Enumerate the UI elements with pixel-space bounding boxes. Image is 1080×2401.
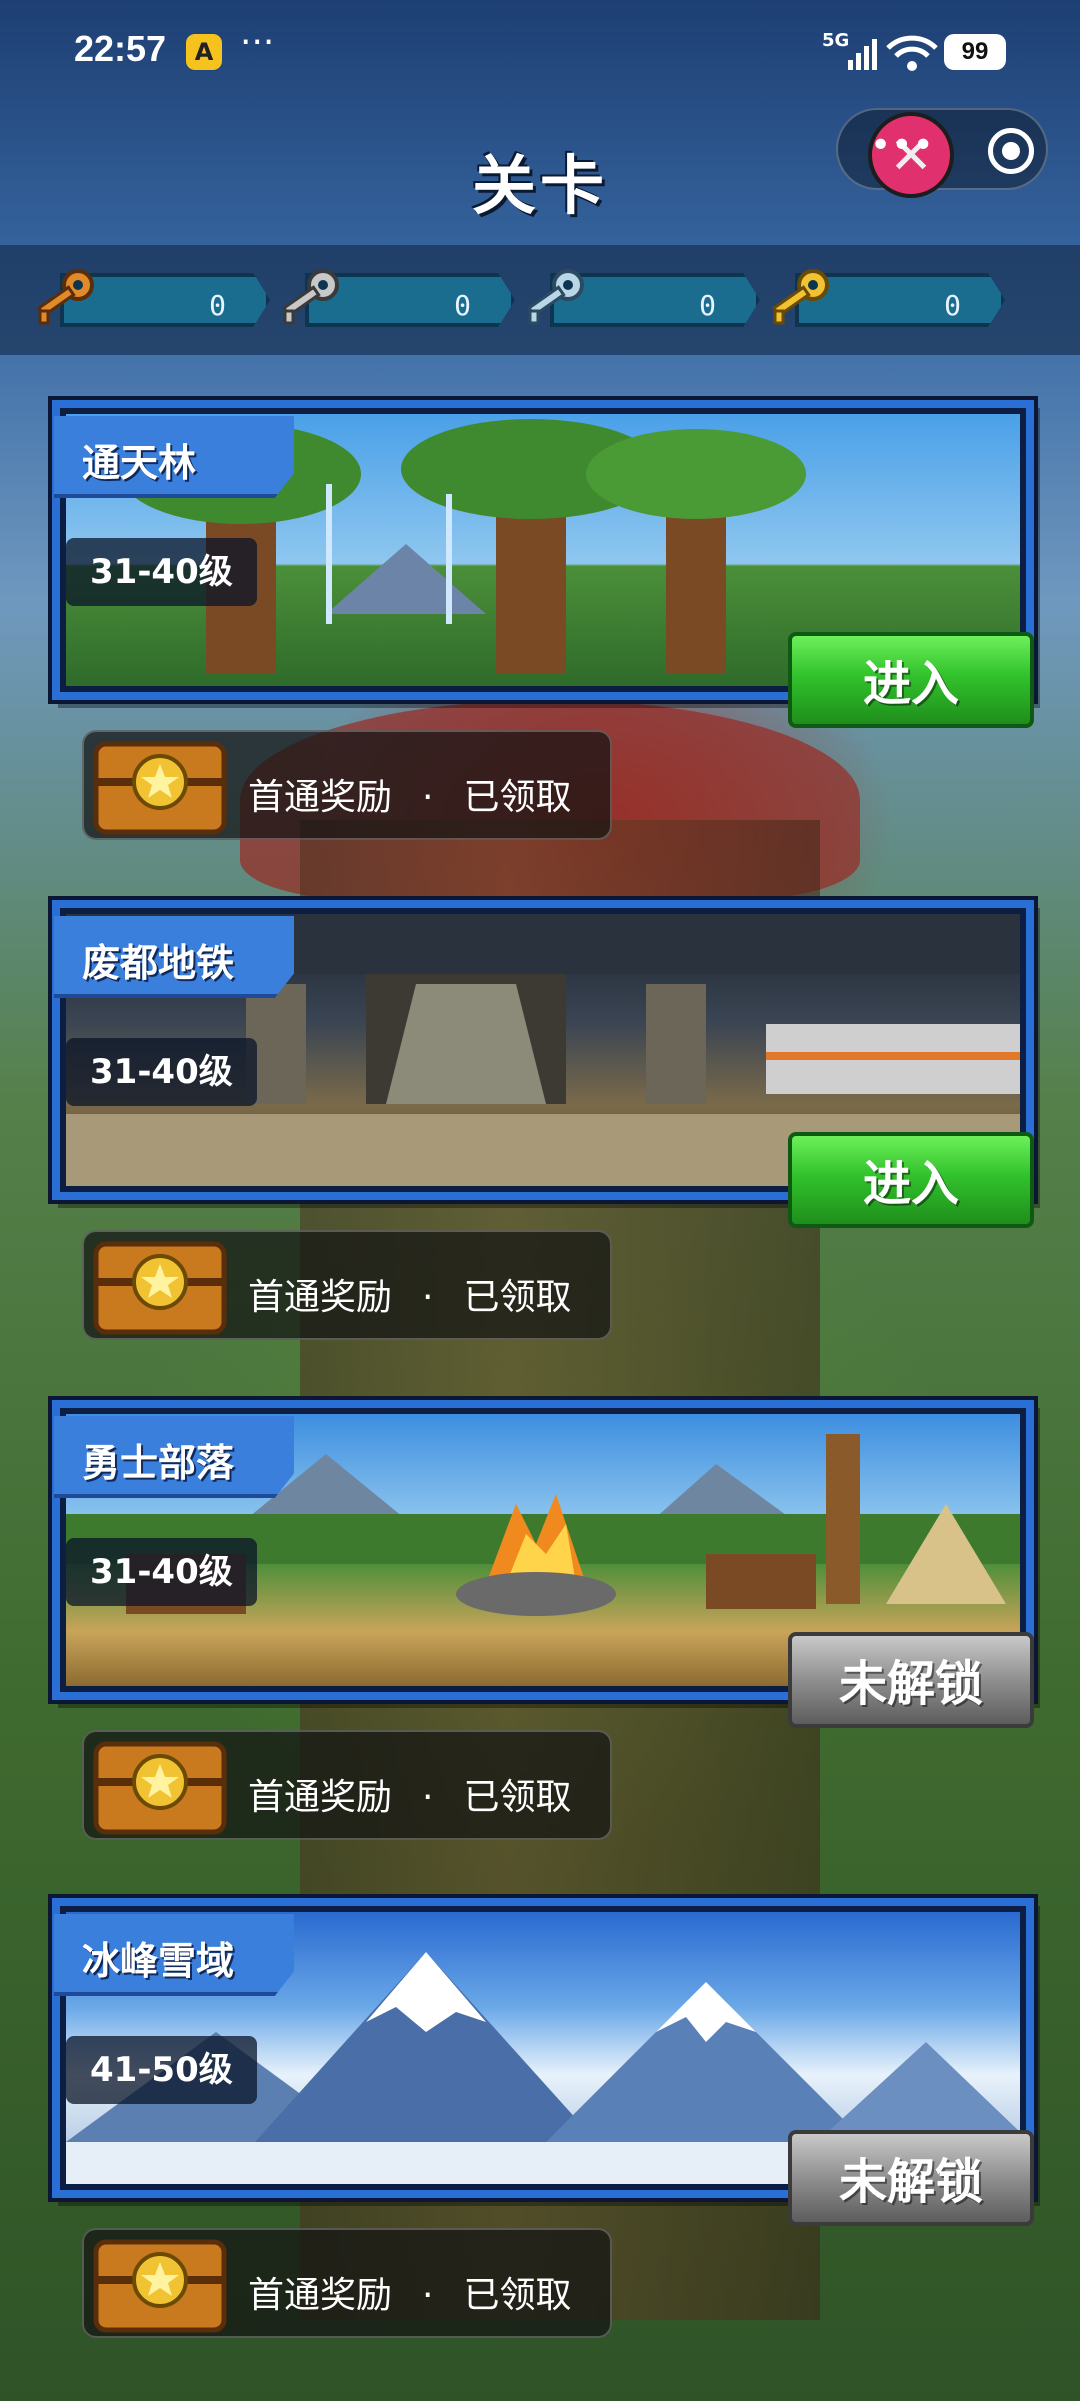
key-item-platinum: 0	[520, 267, 760, 333]
silver-key-icon	[281, 269, 339, 325]
battery-indicator: 99	[944, 34, 1006, 70]
status-more-icon: ···	[240, 22, 275, 63]
first-clear-reward: 首通奖励 · 已领取	[82, 2228, 612, 2338]
level-card: 冰峰雪域 41-50级 未解锁 首通奖励 · 已领取	[0, 1898, 1080, 2348]
key-bar: 0 0 0 0	[0, 245, 1080, 355]
reward-status: 已领取	[463, 777, 572, 818]
notification-app-icon: A	[186, 34, 222, 70]
gold-key-icon	[771, 269, 829, 325]
level-card: 废都地铁 31-40级 进入 首通奖励 · 已领取	[0, 900, 1080, 1350]
first-clear-reward: 首通奖励 · 已领取	[82, 730, 612, 840]
enter-button[interactable]: 进入	[788, 632, 1034, 728]
key-count: 0	[944, 289, 961, 322]
reward-label: 首通奖励	[248, 1277, 393, 1318]
level-name: 通天林	[82, 441, 197, 485]
key-item-gold: 0	[765, 267, 1005, 333]
status-bar: 22:57 A ··· 5G 99	[0, 0, 1080, 100]
wifi-icon	[886, 35, 938, 71]
reward-text: 首通奖励 · 已领取	[248, 2266, 571, 2318]
reward-separator: ·	[422, 1777, 434, 1818]
reward-status: 已领取	[463, 2275, 572, 2316]
level-name-tag: 冰峰雪域	[54, 1914, 294, 1996]
signal-icon	[848, 39, 877, 70]
key-count: 0	[209, 289, 226, 322]
reward-text: 首通奖励 · 已领取	[248, 1768, 571, 1820]
treasure-chest-icon	[93, 741, 227, 835]
first-clear-reward: 首通奖励 · 已领取	[82, 1730, 612, 1840]
level-name: 废都地铁	[82, 941, 235, 985]
level-range-badge: 31-40级	[66, 1038, 257, 1106]
level-name-tag: 废都地铁	[54, 916, 294, 998]
locked-button[interactable]: 未解锁	[788, 1632, 1034, 1728]
level-name-tag: 通天林	[54, 416, 294, 498]
more-icon[interactable]: •••	[870, 126, 934, 166]
level-name-tag: 勇士部落	[54, 1416, 294, 1498]
reward-text: 首通奖励 · 已领取	[248, 768, 571, 820]
key-count: 0	[454, 289, 471, 322]
miniprogram-capsule: •••	[836, 108, 1048, 198]
locked-button[interactable]: 未解锁	[788, 2130, 1034, 2226]
key-item-bronze: 0	[30, 267, 270, 333]
reward-separator: ·	[422, 777, 434, 818]
key-item-silver: 0	[275, 267, 515, 333]
first-clear-reward: 首通奖励 · 已领取	[82, 1230, 612, 1340]
treasure-chest-icon	[93, 1241, 227, 1335]
level-name: 勇士部落	[82, 1441, 235, 1485]
reward-text: 首通奖励 · 已领取	[248, 1268, 571, 1320]
level-range-badge: 31-40级	[66, 1538, 257, 1606]
level-range-badge: 31-40级	[66, 538, 257, 606]
platinum-key-icon	[526, 269, 584, 325]
reward-separator: ·	[422, 2275, 434, 2316]
level-range-badge: 41-50级	[66, 2036, 257, 2104]
treasure-chest-icon	[93, 1741, 227, 1835]
level-name: 冰峰雪域	[82, 1939, 235, 1983]
reward-label: 首通奖励	[248, 1777, 393, 1818]
reward-separator: ·	[422, 1277, 434, 1318]
reward-status: 已领取	[463, 1777, 572, 1818]
enter-button[interactable]: 进入	[788, 1132, 1034, 1228]
reward-status: 已领取	[463, 1277, 572, 1318]
reward-label: 首通奖励	[248, 777, 393, 818]
reward-label: 首通奖励	[248, 2275, 393, 2316]
level-card: 勇士部落 31-40级 未解锁 首通奖励 · 已领取	[0, 1400, 1080, 1850]
bronze-key-icon	[36, 269, 94, 325]
close-icon[interactable]	[988, 128, 1034, 174]
treasure-chest-icon	[93, 2239, 227, 2333]
page-header: 关卡 •••	[0, 100, 1080, 240]
level-card: 通天林 31-40级 进入 首通奖励 · 已领取	[0, 400, 1080, 850]
key-count: 0	[699, 289, 716, 322]
status-time: 22:57	[74, 28, 167, 69]
